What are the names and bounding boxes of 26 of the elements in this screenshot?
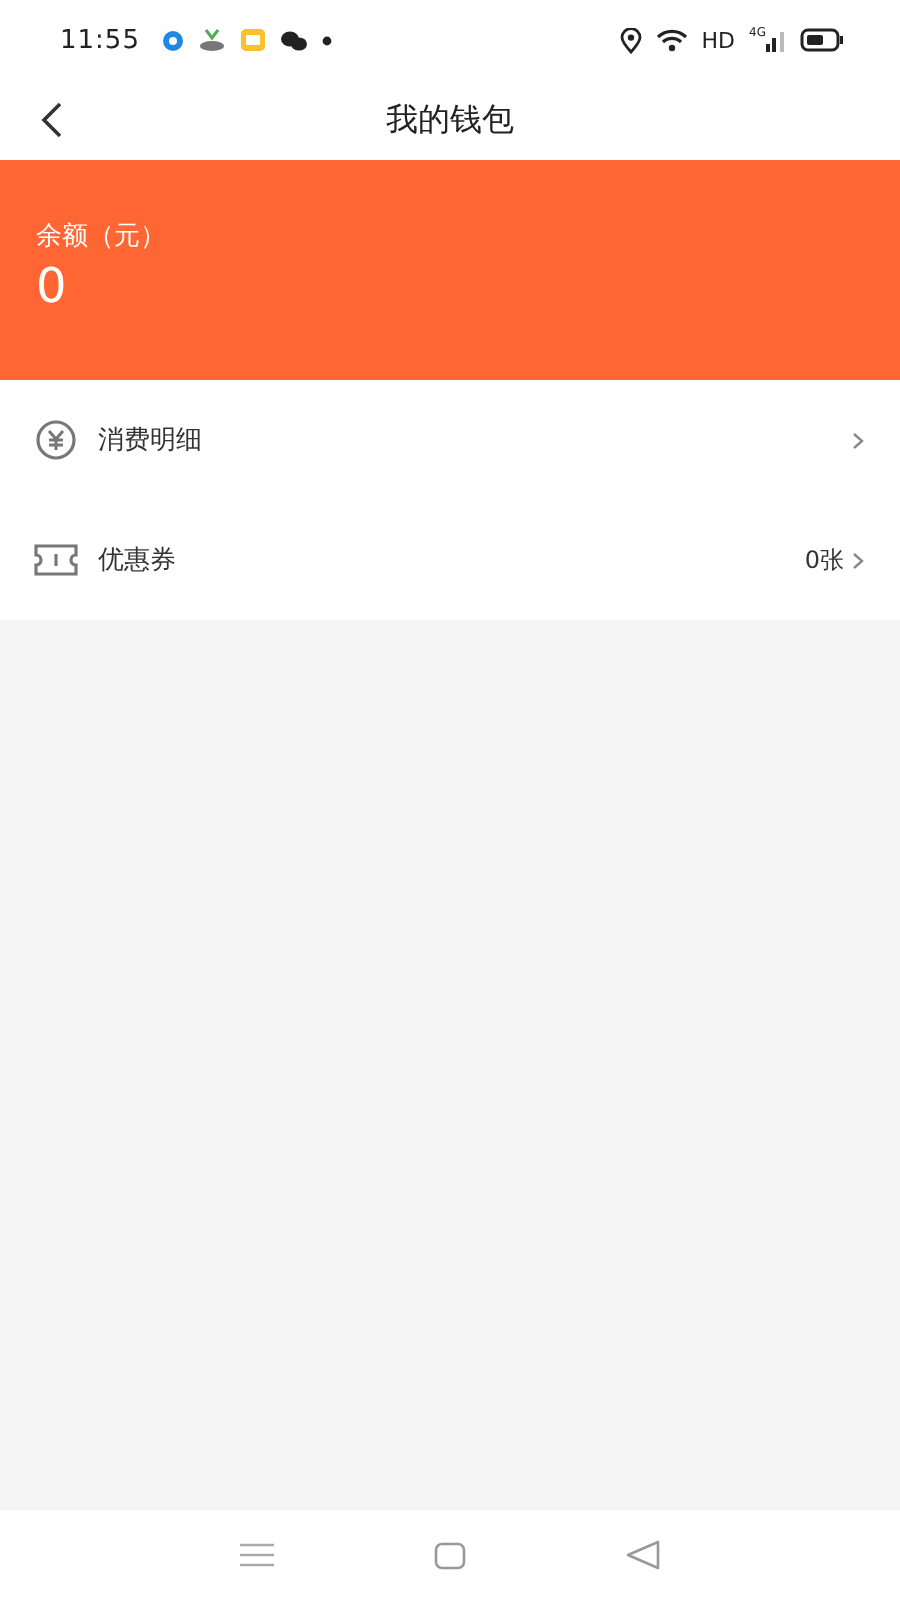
dot-icon (321, 35, 332, 45)
status-time: 11:55 (60, 25, 140, 55)
home-icon (434, 1541, 466, 1569)
back-icon (626, 1540, 660, 1570)
notification-icon (161, 29, 184, 51)
page-title: 我的钱包 (386, 99, 514, 141)
notification-icon (197, 28, 226, 52)
chevron-right-icon (852, 551, 864, 569)
network-label: HD (701, 27, 736, 53)
ticket-icon (34, 540, 78, 580)
menu-label: 消费明细 (98, 424, 202, 458)
balance-label: 余额（元） (36, 220, 168, 254)
menu-label: 优惠券 (98, 544, 176, 578)
menu-icon (240, 1542, 274, 1568)
chat-icon (279, 29, 308, 51)
menu-item[interactable]: 消费明细 (0, 380, 900, 500)
balance-amount: 0 (36, 258, 69, 314)
chevron-right-icon (852, 431, 864, 449)
battery-icon (800, 28, 844, 52)
menu-item[interactable]: 优惠券 0张 (0, 500, 900, 620)
menu-value: 0张 (804, 543, 844, 577)
wifi-icon (655, 28, 688, 52)
location-icon (619, 27, 642, 53)
yuan-icon (34, 420, 78, 460)
notification-icon (239, 28, 266, 52)
signal-icon (766, 28, 786, 52)
